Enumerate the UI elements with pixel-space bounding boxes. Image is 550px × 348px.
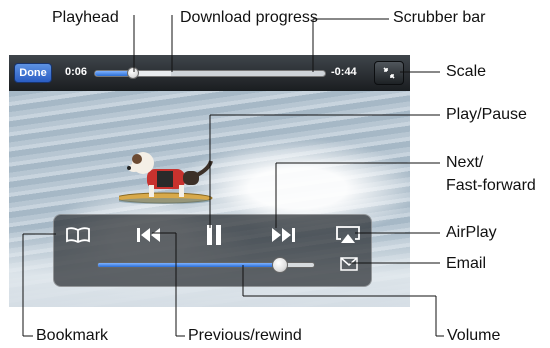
label-next-1: Next/ xyxy=(446,154,484,171)
previous-rewind-button[interactable] xyxy=(134,223,164,247)
label-scrubber-bar: Scrubber bar xyxy=(393,9,486,26)
bookmark-button[interactable] xyxy=(64,223,92,247)
remaining-time: -0:44 xyxy=(331,66,357,78)
label-email: Email xyxy=(446,255,487,272)
label-download-progress: Download progress xyxy=(180,9,318,26)
next-fast-forward-icon xyxy=(272,228,295,242)
label-scale: Scale xyxy=(446,63,487,80)
label-previous-rewind: Previous/rewind xyxy=(188,327,302,344)
bookmark-icon xyxy=(66,227,90,244)
label-airplay: AirPlay xyxy=(446,224,497,241)
airplay-icon xyxy=(336,226,360,243)
email-button[interactable] xyxy=(339,255,359,273)
label-next-2: Fast-forward xyxy=(446,177,536,194)
volume-level xyxy=(98,263,280,267)
top-bar: Done 0:06 -0:44 xyxy=(9,55,410,91)
label-playhead: Playhead xyxy=(52,9,119,26)
elapsed-time: 0:06 xyxy=(65,66,88,78)
volume-knob[interactable] xyxy=(272,257,289,273)
scale-icon xyxy=(383,67,395,79)
label-bookmark: Bookmark xyxy=(36,327,109,344)
control-panel xyxy=(53,214,372,287)
video-screen[interactable]: Done 0:06 -0:44 xyxy=(9,55,410,307)
label-play-pause: Play/Pause xyxy=(446,106,527,123)
play-pause-button[interactable] xyxy=(202,221,226,249)
playhead[interactable] xyxy=(127,67,140,79)
email-icon xyxy=(340,257,358,271)
scale-button[interactable] xyxy=(374,61,404,85)
surfing-dog-image xyxy=(119,152,213,204)
airplay-button[interactable] xyxy=(334,223,362,247)
next-fast-forward-button[interactable] xyxy=(268,223,298,247)
label-volume: Volume xyxy=(447,327,501,344)
previous-rewind-icon xyxy=(137,228,160,242)
pause-icon xyxy=(207,225,221,245)
done-button[interactable]: Done xyxy=(14,63,52,83)
